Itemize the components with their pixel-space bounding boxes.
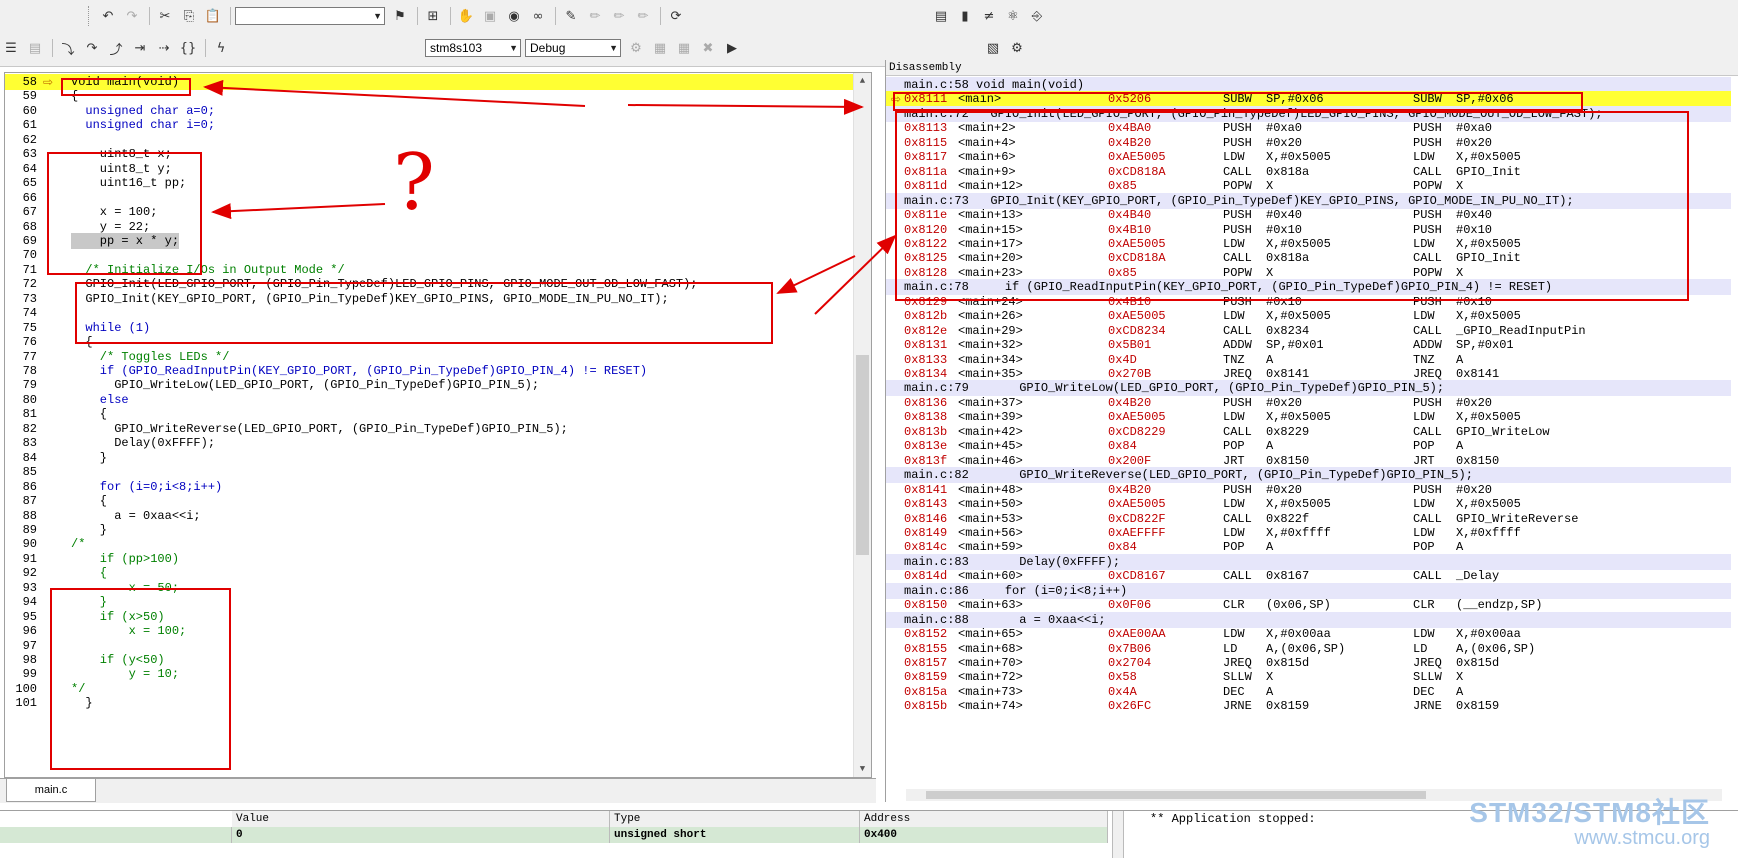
arrow-to-gpio-asm xyxy=(814,234,897,315)
arrow-to-main xyxy=(203,79,586,107)
arrow-to-vars xyxy=(211,203,386,220)
watermark-line1: STM32/STM8社区 xyxy=(1469,797,1710,828)
watermark-line2: www.stmcu.org xyxy=(1574,827,1710,849)
watermark: STM32/STM8社区 www.stmcu.org xyxy=(1469,797,1710,850)
annotation-arrows xyxy=(203,79,897,315)
arrow-to-asm-main xyxy=(627,98,864,115)
annotation-question-mark: ? xyxy=(393,138,435,228)
